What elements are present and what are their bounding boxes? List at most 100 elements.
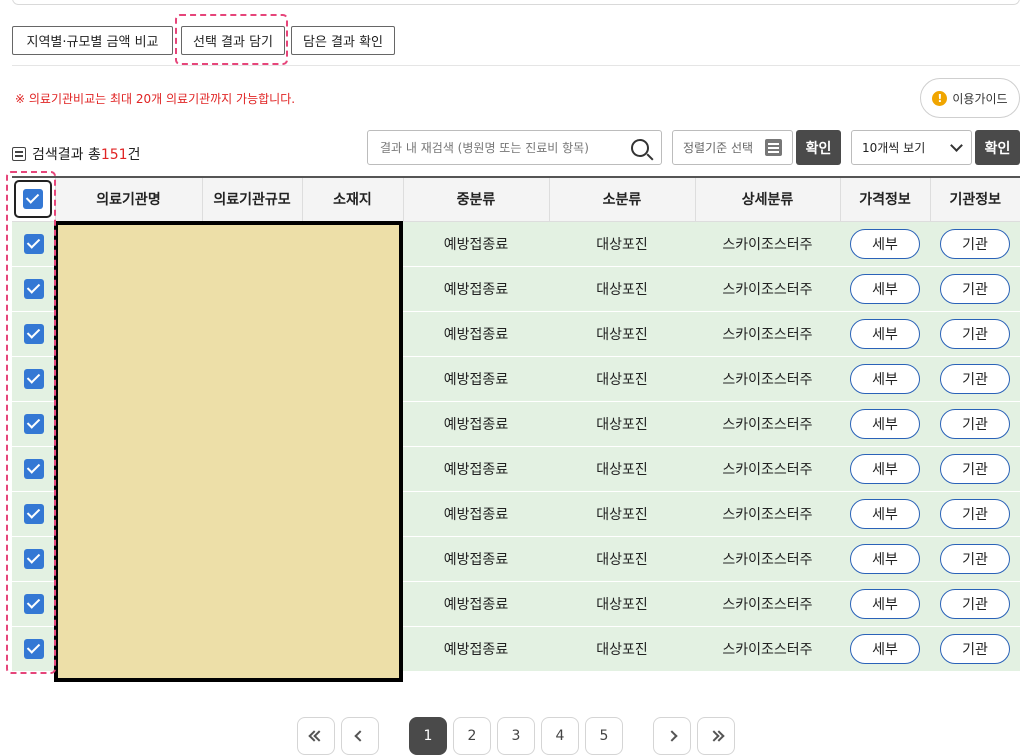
select-all-checkbox[interactable] bbox=[23, 189, 44, 210]
mid-category-cell: 예방접종료 bbox=[403, 221, 549, 267]
chevron-down-icon bbox=[950, 138, 963, 152]
small-category-cell: 대상포진 bbox=[549, 221, 695, 267]
detail-category-cell: 스카이조스터주 bbox=[695, 491, 840, 537]
institution-info-cell: 기관 bbox=[930, 356, 1020, 402]
small-category-cell: 대상포진 bbox=[549, 356, 695, 402]
institution-info-button[interactable]: 기관 bbox=[940, 543, 1010, 574]
price-info-cell: 세부 bbox=[840, 491, 930, 537]
detail-category-cell: 스카이조스터주 bbox=[695, 626, 840, 672]
page-button[interactable]: 5 bbox=[585, 717, 623, 755]
column-header: 의료기관명 bbox=[55, 176, 203, 222]
last-page-button[interactable] bbox=[697, 717, 735, 755]
mid-category-cell: 예방접종료 bbox=[403, 266, 549, 312]
small-category-cell: 대상포진 bbox=[549, 536, 695, 582]
row-select-cell bbox=[12, 401, 55, 447]
price-info-cell: 세부 bbox=[840, 401, 930, 447]
region-scale-compare-button[interactable]: 지역별·규모별 금액 비교 bbox=[12, 26, 173, 55]
sort-confirm-button[interactable]: 확인 bbox=[796, 130, 841, 165]
page-button[interactable]: 3 bbox=[497, 717, 535, 755]
mid-category-cell: 예방접종료 bbox=[403, 446, 549, 492]
per-page-confirm-button[interactable]: 확인 bbox=[975, 130, 1020, 165]
detail-category-cell: 스카이조스터주 bbox=[695, 221, 840, 267]
row-select-cell bbox=[12, 536, 55, 582]
institution-info-cell: 기관 bbox=[930, 491, 1020, 537]
save-selected-results-button[interactable]: 선택 결과 담기 bbox=[181, 26, 285, 55]
institution-info-button[interactable]: 기관 bbox=[940, 588, 1010, 619]
price-detail-button[interactable]: 세부 bbox=[850, 498, 920, 529]
institution-info-cell: 기관 bbox=[930, 581, 1020, 627]
list-icon bbox=[765, 139, 782, 156]
row-checkbox[interactable] bbox=[23, 503, 44, 524]
price-detail-button[interactable]: 세부 bbox=[850, 228, 920, 259]
price-detail-button[interactable]: 세부 bbox=[850, 453, 920, 484]
table-header-row: 의료기관명 의료기관규모 소재지 중분류 소분류 상세분류 가격정보 기관정보 bbox=[12, 176, 1020, 222]
row-checkbox[interactable] bbox=[23, 593, 44, 614]
institution-info-button[interactable]: 기관 bbox=[940, 453, 1010, 484]
price-detail-button[interactable]: 세부 bbox=[850, 273, 920, 304]
row-checkbox[interactable] bbox=[23, 458, 44, 479]
row-checkbox[interactable] bbox=[23, 323, 44, 344]
select-all-checkbox-frame[interactable] bbox=[14, 180, 53, 219]
mid-category-cell: 예방접종료 bbox=[403, 626, 549, 672]
institution-info-button[interactable]: 기관 bbox=[940, 318, 1010, 349]
column-header: 소분류 bbox=[549, 176, 696, 222]
institution-info-button[interactable]: 기관 bbox=[940, 273, 1010, 304]
page-button[interactable]: 1 bbox=[409, 717, 447, 755]
small-category-cell: 대상포진 bbox=[549, 446, 695, 492]
price-detail-button[interactable]: 세부 bbox=[850, 363, 920, 394]
next-page-button[interactable] bbox=[653, 717, 691, 755]
result-count-suffix: 건 bbox=[127, 147, 141, 163]
institution-info-button[interactable]: 기관 bbox=[940, 363, 1010, 394]
info-icon: ! bbox=[932, 90, 948, 106]
price-info-cell: 세부 bbox=[840, 446, 930, 492]
institution-info-button[interactable]: 기관 bbox=[940, 408, 1010, 439]
row-checkbox[interactable] bbox=[23, 233, 44, 254]
price-info-cell: 세부 bbox=[840, 536, 930, 582]
row-checkbox[interactable] bbox=[23, 638, 44, 659]
institution-info-cell: 기관 bbox=[930, 626, 1020, 672]
price-detail-button[interactable]: 세부 bbox=[850, 318, 920, 349]
row-checkbox[interactable] bbox=[23, 368, 44, 389]
view-saved-results-button[interactable]: 담은 결과 확인 bbox=[291, 26, 395, 55]
detail-category-cell: 스카이조스터주 bbox=[695, 446, 840, 492]
institution-info-cell: 기관 bbox=[930, 221, 1020, 267]
comparison-limit-notice: ※ 의료기관비교는 최대 20개 의료기관까지 가능합니다. bbox=[15, 92, 296, 106]
institution-info-button[interactable]: 기관 bbox=[940, 498, 1010, 529]
search-icon[interactable] bbox=[631, 139, 649, 157]
usage-guide-button[interactable]: ! 이용가이드 bbox=[920, 78, 1020, 118]
institution-info-cell: 기관 bbox=[930, 266, 1020, 312]
price-info-cell: 세부 bbox=[840, 266, 930, 312]
mid-category-cell: 예방접종료 bbox=[403, 356, 549, 402]
row-select-cell bbox=[12, 626, 55, 672]
page-button[interactable]: 4 bbox=[541, 717, 579, 755]
price-detail-button[interactable]: 세부 bbox=[850, 408, 920, 439]
row-select-cell bbox=[12, 446, 55, 492]
row-checkbox[interactable] bbox=[23, 413, 44, 434]
price-detail-button[interactable]: 세부 bbox=[850, 588, 920, 619]
page-button[interactable]: 2 bbox=[453, 717, 491, 755]
per-page-select[interactable]: 10개씩 보기 bbox=[851, 130, 972, 165]
search-input[interactable] bbox=[378, 139, 618, 156]
price-info-cell: 세부 bbox=[840, 581, 930, 627]
row-checkbox[interactable] bbox=[23, 278, 44, 299]
price-info-cell: 세부 bbox=[840, 311, 930, 357]
redacted-area bbox=[54, 221, 403, 682]
chevron-left-icon bbox=[354, 730, 366, 742]
institution-info-button[interactable]: 기관 bbox=[940, 633, 1010, 664]
first-page-button[interactable] bbox=[297, 717, 335, 755]
sort-select[interactable]: 정렬기준 선택 bbox=[672, 130, 793, 165]
price-info-cell: 세부 bbox=[840, 626, 930, 672]
column-header: 가격정보 bbox=[840, 176, 931, 222]
row-select-cell bbox=[12, 311, 55, 357]
prev-page-button[interactable] bbox=[341, 717, 379, 755]
mid-category-cell: 예방접종료 bbox=[403, 536, 549, 582]
row-select-cell bbox=[12, 491, 55, 537]
institution-info-button[interactable]: 기관 bbox=[940, 228, 1010, 259]
usage-guide-label: 이용가이드 bbox=[952, 91, 1008, 106]
price-detail-button[interactable]: 세부 bbox=[850, 543, 920, 574]
search-within-results bbox=[367, 130, 662, 165]
price-detail-button[interactable]: 세부 bbox=[850, 633, 920, 664]
price-info-cell: 세부 bbox=[840, 356, 930, 402]
row-checkbox[interactable] bbox=[23, 548, 44, 569]
price-info-cell: 세부 bbox=[840, 221, 930, 267]
